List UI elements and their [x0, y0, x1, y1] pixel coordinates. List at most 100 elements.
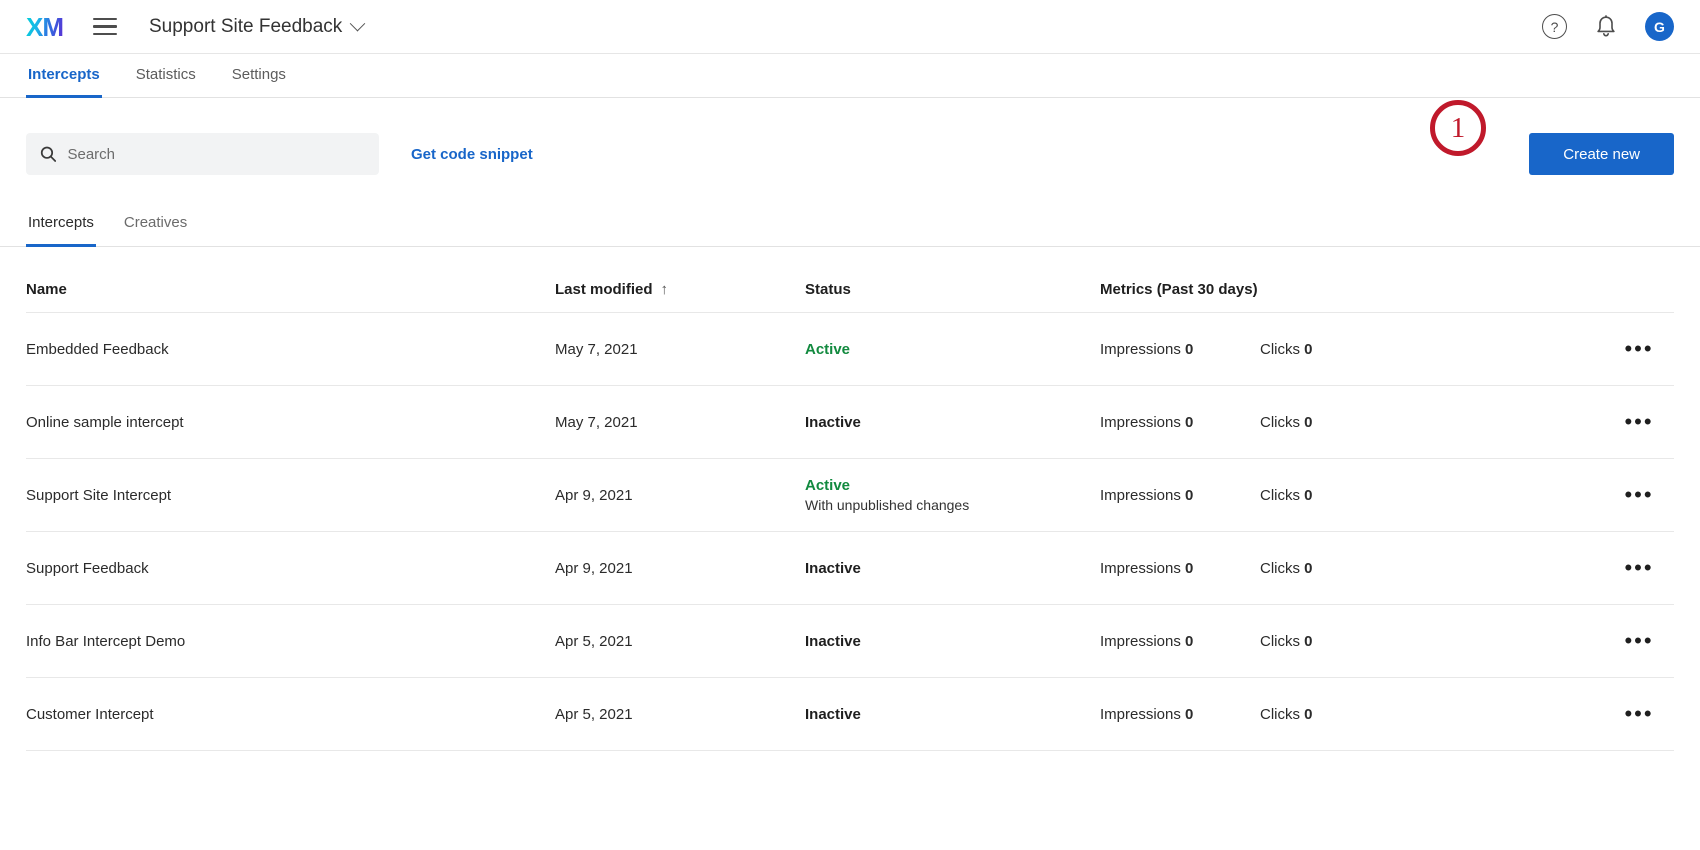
row-actions: ••• [1604, 338, 1674, 360]
metric-impressions-value: 0 [1185, 632, 1194, 650]
metric-clicks-label: Clicks [1260, 559, 1300, 577]
status-badge: Inactive [805, 413, 861, 431]
metric-clicks-value: 0 [1304, 413, 1313, 431]
metric-impressions-label: Impressions [1100, 340, 1181, 358]
subtab-creatives[interactable]: Creatives [122, 208, 189, 247]
row-name[interactable]: Support Feedback [26, 560, 555, 577]
row-overflow-menu-icon[interactable]: ••• [1624, 338, 1653, 360]
row-last-modified: Apr 5, 2021 [555, 632, 633, 650]
table-row[interactable]: Info Bar Intercept Demo Apr 5, 2021 Inacti… [26, 605, 1674, 678]
metric-clicks-label: Clicks [1260, 486, 1300, 504]
row-name[interactable]: Info Bar Intercept Demo [26, 633, 555, 650]
search-input[interactable] [67, 145, 365, 163]
create-new-button[interactable]: Create new [1529, 133, 1674, 175]
metric-clicks: Clicks 0 [1260, 487, 1313, 504]
metric-clicks: Clicks 0 [1260, 633, 1313, 650]
project-title-label: Support Site Feedback [149, 15, 343, 37]
metric-impressions-value: 0 [1185, 486, 1194, 504]
column-header-last-modified[interactable]: Last modified ↑ [555, 281, 805, 298]
help-icon[interactable]: ? [1542, 14, 1567, 39]
row-status: Inactive [805, 560, 1100, 577]
hamburger-menu-icon[interactable] [93, 17, 117, 36]
row-actions: ••• [1604, 557, 1674, 579]
xm-logo[interactable]: XM [26, 14, 64, 40]
metric-impressions-label: Impressions [1100, 559, 1181, 577]
table-body: Embedded Feedback May 7, 2021 Active Impres… [26, 313, 1674, 751]
metric-impressions: Impressions 0 [1100, 633, 1260, 650]
row-overflow-menu-icon[interactable]: ••• [1624, 630, 1653, 652]
row-name[interactable]: Customer Intercept [26, 706, 555, 723]
toolbar: Get code snippet 1 Create new [0, 100, 1700, 176]
row-status: Active With unpublished changes [805, 477, 1100, 513]
project-title-dropdown[interactable]: Support Site Feedback [149, 15, 366, 38]
row-status-subtext: With unpublished changes [805, 497, 970, 513]
tab-intercepts[interactable]: Intercepts [26, 54, 102, 98]
row-actions: ••• [1604, 484, 1674, 506]
metric-clicks-value: 0 [1304, 632, 1313, 650]
chevron-down-icon [350, 15, 366, 32]
metric-clicks-label: Clicks [1260, 340, 1300, 358]
status-badge: Active [805, 340, 851, 358]
metric-impressions-label: Impressions [1100, 486, 1181, 504]
metric-impressions: Impressions 0 [1100, 560, 1260, 577]
metric-impressions-value: 0 [1185, 413, 1194, 431]
search-icon [40, 146, 57, 162]
table-row[interactable]: Customer Intercept Apr 5, 2021 Inactive Imp… [26, 678, 1674, 751]
row-overflow-menu-icon[interactable]: ••• [1624, 484, 1653, 506]
hamburger-line [93, 33, 117, 36]
tab-settings[interactable]: Settings [230, 54, 288, 98]
metric-impressions-label: Impressions [1100, 413, 1181, 431]
row-metrics: Impressions 0 Clicks 0 [1100, 706, 1604, 723]
table-row[interactable]: Support Feedback Apr 9, 2021 Inactive Impre… [26, 532, 1674, 605]
main-tab-bar: Intercepts Statistics Settings [0, 54, 1700, 98]
metric-clicks-value: 0 [1304, 486, 1313, 504]
row-overflow-menu-icon[interactable]: ••• [1624, 557, 1653, 579]
status-badge: Active [805, 477, 851, 494]
metric-impressions-label: Impressions [1100, 705, 1181, 723]
row-last-modified: Apr 5, 2021 [555, 705, 633, 723]
intercepts-table: Name Last modified ↑ Status Metrics (Pas… [0, 247, 1700, 751]
sub-tab-bar: Intercepts Creatives [0, 208, 1700, 247]
metric-clicks-label: Clicks [1260, 632, 1300, 650]
row-metrics: Impressions 0 Clicks 0 [1100, 341, 1604, 358]
column-header-last-modified-label: Last modified [555, 281, 653, 298]
metric-impressions-value: 0 [1185, 559, 1194, 577]
metric-clicks-value: 0 [1304, 559, 1313, 577]
metric-clicks: Clicks 0 [1260, 706, 1313, 723]
row-status: Inactive [805, 414, 1100, 431]
metric-impressions: Impressions 0 [1100, 487, 1260, 504]
row-actions: ••• [1604, 703, 1674, 725]
row-status: Inactive [805, 633, 1100, 650]
row-name[interactable]: Embedded Feedback [26, 341, 555, 358]
sort-ascending-icon: ↑ [660, 281, 669, 298]
row-metrics: Impressions 0 Clicks 0 [1100, 414, 1604, 431]
row-overflow-menu-icon[interactable]: ••• [1624, 703, 1653, 725]
column-header-status[interactable]: Status [805, 281, 1100, 298]
tab-statistics[interactable]: Statistics [134, 54, 198, 98]
table-row[interactable]: Support Site Intercept Apr 9, 2021 Active W… [26, 459, 1674, 532]
metric-impressions: Impressions 0 [1100, 706, 1260, 723]
metric-impressions: Impressions 0 [1100, 414, 1260, 431]
row-overflow-menu-icon[interactable]: ••• [1624, 411, 1653, 433]
metric-impressions-label: Impressions [1100, 632, 1181, 650]
get-code-snippet-link[interactable]: Get code snippet [411, 146, 533, 163]
notifications-bell-icon[interactable] [1595, 14, 1617, 39]
row-metrics: Impressions 0 Clicks 0 [1100, 560, 1604, 577]
metric-clicks: Clicks 0 [1260, 560, 1313, 577]
row-name[interactable]: Online sample intercept [26, 414, 555, 431]
column-header-metrics: Metrics (Past 30 days) [1100, 281, 1258, 298]
metric-impressions: Impressions 0 [1100, 341, 1260, 358]
table-header-row: Name Last modified ↑ Status Metrics (Pas… [26, 247, 1674, 313]
column-header-name[interactable]: Name [26, 281, 555, 298]
row-name[interactable]: Support Site Intercept [26, 487, 555, 504]
search-box[interactable] [26, 133, 379, 175]
status-badge: Inactive [805, 559, 861, 577]
metric-clicks: Clicks 0 [1260, 341, 1313, 358]
table-row[interactable]: Online sample intercept May 7, 2021 Inacti… [26, 386, 1674, 459]
subtab-intercepts[interactable]: Intercepts [26, 208, 96, 247]
row-last-modified: Apr 9, 2021 [555, 559, 633, 577]
metric-impressions-value: 0 [1185, 705, 1194, 723]
avatar[interactable]: G [1645, 12, 1674, 41]
table-row[interactable]: Embedded Feedback May 7, 2021 Active Impres… [26, 313, 1674, 386]
hamburger-line [93, 17, 117, 20]
